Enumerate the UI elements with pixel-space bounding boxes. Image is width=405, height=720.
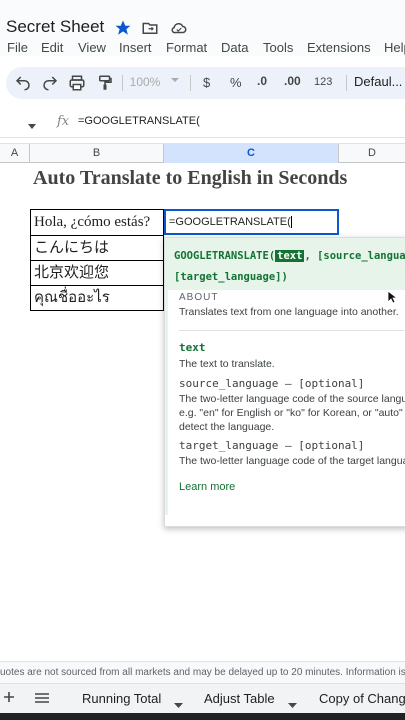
number-format-button[interactable]: 123 — [314, 76, 332, 94]
menu-edit[interactable]: Edit — [41, 40, 63, 55]
param-text-desc: The text to translate. — [179, 358, 275, 370]
system-bottom-bar — [0, 713, 405, 720]
fx-icon: fx — [57, 114, 70, 129]
decrease-decimal-button[interactable]: .0 — [257, 74, 267, 92]
sheet-heading[interactable]: Auto Translate to English in Seconds — [33, 167, 347, 190]
function-help-body: ABOUT Translates text from one language … — [165, 290, 405, 515]
add-sheet-icon[interactable] — [2, 690, 16, 709]
active-param-highlight: text — [275, 250, 305, 262]
market-data-disclaimer: uotes are not sourced from all markets a… — [0, 661, 405, 683]
sheet-tab-copy-of-change[interactable]: Copy of Chang — [319, 691, 405, 706]
signature-line-2: [target_language]) — [174, 271, 288, 283]
sheet-tab-bar: Running Total Adjust Table Copy of Chang — [0, 683, 405, 713]
menu-insert[interactable]: Insert — [119, 40, 152, 55]
menu-tools[interactable]: Tools — [263, 40, 293, 55]
signature-rest: , [source_languag — [304, 250, 405, 262]
paint-format-icon[interactable] — [96, 74, 114, 92]
param-target-language-desc: The two-letter language code of the targ… — [179, 455, 405, 467]
function-signature: GOOGLETRANSLATE(text, [source_languag [t… — [165, 238, 405, 290]
increase-decimal-button[interactable]: .00 — [284, 74, 301, 92]
menu-data[interactable]: Data — [221, 40, 248, 55]
move-folder-icon[interactable] — [141, 19, 159, 37]
function-name: GOOGLETRANSLATE( — [174, 250, 276, 262]
toolbar-divider — [190, 75, 191, 91]
param-source-language-desc-1: The two-letter language code of the sour… — [179, 393, 405, 405]
param-target-language-name: target_language – [optional] — [179, 439, 365, 452]
function-help-popup[interactable]: GOOGLETRANSLATE(text, [source_languag [t… — [164, 237, 405, 527]
menu-extensions[interactable]: Extensions — [307, 40, 371, 55]
undo-icon[interactable] — [14, 74, 32, 92]
redo-icon[interactable] — [41, 74, 59, 92]
param-source-language-desc-3: detect the language. — [179, 421, 275, 433]
currency-format-button[interactable]: $ — [203, 75, 210, 93]
about-text: Translates text from one language into a… — [179, 306, 399, 318]
formula-bar: fx =GOOGLETRANSLATE( — [0, 106, 405, 138]
cell-b-japanese[interactable]: こんにちは — [30, 236, 164, 261]
star-icon[interactable] — [114, 19, 132, 37]
text-caret — [290, 216, 292, 229]
print-icon[interactable] — [68, 74, 86, 92]
mouse-pointer-icon — [387, 290, 399, 304]
menu-view[interactable]: View — [78, 40, 106, 55]
cell-b-chinese[interactable]: 北京欢迎您 — [30, 261, 164, 286]
column-header-a[interactable]: A — [0, 144, 30, 163]
percent-format-button[interactable]: % — [230, 75, 242, 93]
font-select[interactable]: Defaul... — [354, 74, 402, 92]
menu-format[interactable]: Format — [166, 40, 207, 55]
cloud-status-icon[interactable] — [170, 19, 188, 37]
learn-more-link[interactable]: Learn more — [179, 481, 235, 493]
all-sheets-menu-icon[interactable] — [34, 691, 50, 709]
param-source-language-name: source_language – [optional] — [179, 377, 365, 390]
menu-file[interactable]: File — [7, 40, 28, 55]
param-text-name: text — [179, 341, 206, 354]
param-source-language-desc-2: e.g. "en" for English or "ko" for Korean… — [179, 407, 405, 419]
divider — [179, 330, 404, 331]
column-header-d[interactable]: D — [339, 144, 405, 163]
menu-bar: File Edit View Insert Format Data Tools … — [0, 40, 405, 58]
zoom-select[interactable]: 100% — [128, 75, 162, 93]
document-title[interactable]: Secret Sheet — [6, 17, 104, 37]
tab-menu-chevron-icon[interactable] — [288, 696, 297, 714]
toolbar: 100% $ % .0 .00 123 Defaul... — [6, 67, 405, 99]
tab-menu-chevron-icon[interactable] — [174, 696, 183, 714]
formula-input[interactable]: =GOOGLETRANSLATE( — [78, 115, 200, 127]
column-header-row: A B C D — [0, 143, 405, 163]
about-label: ABOUT — [179, 292, 219, 303]
cell-b-spanish[interactable]: Hola, ¿cómo estás? — [30, 209, 164, 236]
column-header-b[interactable]: B — [30, 144, 164, 163]
sheet-tab-adjust-table[interactable]: Adjust Table — [204, 691, 275, 706]
menu-help[interactable]: Help — [384, 40, 405, 55]
active-cell-c[interactable]: =GOOGLETRANSLATE( — [164, 209, 339, 235]
active-cell-text: =GOOGLETRANSLATE( — [169, 216, 291, 228]
sheet-tab-running-total[interactable]: Running Total — [82, 691, 161, 706]
column-header-c[interactable]: C — [164, 144, 339, 163]
cell-b-thai[interactable]: คุณชื่ออะไร — [30, 286, 164, 311]
toolbar-divider — [346, 75, 347, 91]
zoom-chevron-icon[interactable] — [170, 75, 180, 93]
name-box-dropdown-icon[interactable] — [27, 118, 37, 136]
toolbar-divider — [122, 75, 123, 91]
title-bar: Secret Sheet File Edit View Insert Forma… — [0, 0, 405, 56]
